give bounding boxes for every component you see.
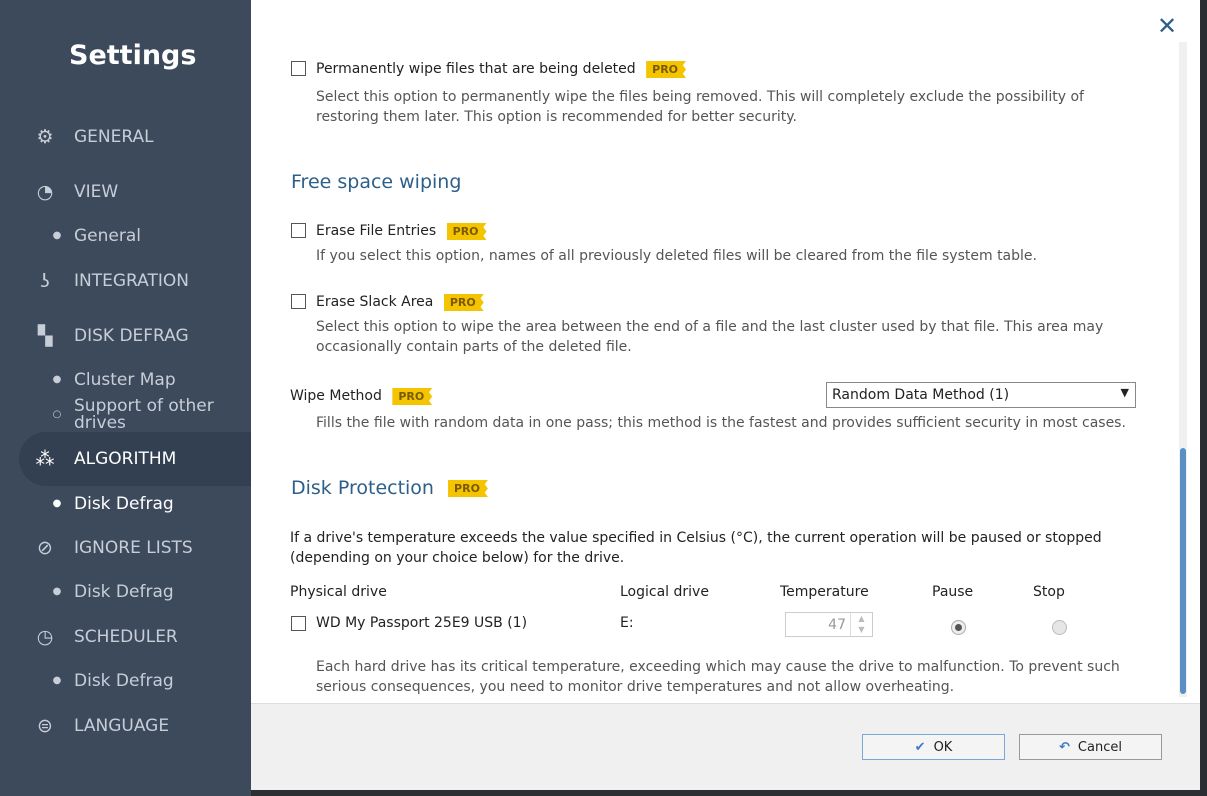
sidebar-item-label: Disk Defrag	[74, 582, 174, 602]
sidebar-item-integration[interactable]: ʖ INTEGRATION	[0, 261, 251, 301]
stop-radio[interactable]	[1052, 620, 1067, 635]
sidebar-item-label: General	[74, 226, 141, 246]
pause-radio[interactable]	[951, 620, 966, 635]
erase-file-entries-description: If you select this option, names of all …	[316, 248, 1037, 264]
wipe-method-row: Wipe Method PRO	[290, 388, 433, 405]
cancel-button[interactable]: ↶ Cancel	[1019, 734, 1162, 760]
sidebar-item-label: GENERAL	[74, 127, 154, 147]
logical-drive-letter: E:	[620, 615, 634, 631]
sidebar-item-label: ALGORITHM	[74, 449, 177, 469]
disk-protection-heading: Disk Protection	[291, 477, 434, 499]
disk-defrag-icon: ▚	[37, 325, 53, 347]
disk-protection-description: If a drive's temperature exceeds the val…	[290, 530, 1102, 566]
pro-badge: PRO	[448, 480, 488, 497]
wipe-method-description: Fills the file with random data in one p…	[316, 415, 1126, 431]
sidebar-item-view[interactable]: ◔ VIEW	[0, 172, 251, 212]
settings-title: Settings	[69, 40, 197, 71]
column-stop: Stop	[1033, 584, 1065, 600]
erase-slack-area-description: Select this option to wipe the area betw…	[316, 319, 1104, 355]
settings-content: ✕ Permanently wipe files that are being …	[251, 0, 1200, 790]
sidebar-subitem-algorithm-disk-defrag[interactable]: ● Disk Defrag	[0, 484, 251, 524]
sidebar-item-label: VIEW	[74, 182, 119, 202]
wipe-files-row: Permanently wipe files that are being de…	[316, 61, 687, 78]
sidebar-item-ignore-lists[interactable]: ⊘ IGNORE LISTS	[0, 528, 251, 568]
wipe-method-value: Random Data Method (1)	[832, 387, 1010, 403]
sidebar-subitem-support-other-drives[interactable]: ○ Support of other drives	[0, 395, 251, 435]
check-icon: ✔	[914, 739, 926, 755]
bullet-icon: ●	[52, 498, 62, 509]
sidebar-item-language[interactable]: ⊜ LANGUAGE	[0, 706, 251, 746]
bullet-icon: ●	[52, 586, 62, 597]
sidebar-subitem-cluster-map[interactable]: ● Cluster Map	[0, 360, 251, 400]
scrollbar[interactable]	[1179, 42, 1187, 697]
sidebar-item-disk-defrag[interactable]: ▚ DISK DEFRAG	[0, 316, 251, 356]
dialog-footer: ✔ OK ↶ Cancel	[251, 703, 1200, 790]
ignore-icon: ⊘	[37, 537, 53, 559]
sidebar: Settings ⚙ GENERAL ◔ VIEW ● General ʖ INTEGR…	[0, 0, 251, 796]
chevron-down-icon: ▼	[1120, 386, 1129, 399]
sidebar-item-algorithm[interactable]: ⁂ ALGORITHM	[19, 432, 251, 486]
sidebar-item-label: IGNORE LISTS	[74, 538, 193, 558]
sidebar-item-general[interactable]: ⚙ GENERAL	[0, 117, 251, 157]
column-logical-drive: Logical drive	[620, 584, 709, 600]
wipe-files-checkbox[interactable]	[291, 61, 306, 76]
sidebar-item-label: INTEGRATION	[74, 271, 189, 291]
wipe-method-label: Wipe Method	[290, 388, 382, 404]
sidebar-item-label: LANGUAGE	[74, 716, 170, 736]
sidebar-item-scheduler[interactable]: ◷ SCHEDULER	[0, 617, 251, 657]
wipe-files-description: Select this option to permanently wipe t…	[316, 89, 1084, 125]
drive-checkbox[interactable]	[291, 616, 306, 631]
undo-icon: ↶	[1059, 739, 1070, 755]
disk-protection-heading-row: Disk Protection PRO	[291, 477, 488, 499]
sidebar-item-label: Cluster Map	[74, 370, 176, 390]
language-icon: ⊜	[37, 715, 53, 737]
sidebar-item-label: DISK DEFRAG	[74, 326, 189, 346]
bullet-icon: ●	[52, 230, 62, 241]
temperature-value: 47	[828, 617, 846, 633]
bullet-icon: ●	[52, 675, 62, 686]
physical-drive-name: WD My Passport 25E9 USB (1)	[316, 615, 528, 631]
algorithm-icon: ⁂	[35, 448, 55, 470]
erase-slack-area-label: Erase Slack Area	[316, 294, 434, 310]
temperature-stepper[interactable]: 47 ▲ ▼	[785, 612, 873, 637]
sidebar-subitem-ignore-disk-defrag[interactable]: ● Disk Defrag	[0, 572, 251, 612]
ok-button[interactable]: ✔ OK	[862, 734, 1005, 760]
sidebar-item-label: Disk Defrag	[74, 671, 174, 691]
sidebar-subitem-scheduler-disk-defrag[interactable]: ● Disk Defrag	[0, 661, 251, 701]
gear-icon: ⚙	[36, 126, 54, 148]
erase-slack-area-checkbox[interactable]	[291, 294, 306, 309]
pro-badge: PRO	[446, 223, 487, 240]
wipe-files-label: Permanently wipe files that are being de…	[316, 61, 636, 77]
integration-icon: ʖ	[40, 270, 50, 292]
pro-badge: PRO	[646, 61, 687, 78]
cancel-label: Cancel	[1077, 739, 1122, 755]
erase-file-entries-label: Erase File Entries	[316, 223, 437, 239]
view-icon: ◔	[36, 181, 54, 203]
disk-protection-note: Each hard drive has its critical tempera…	[316, 659, 1120, 695]
wipe-method-select[interactable]: Random Data Method (1) ▼	[826, 382, 1136, 408]
sidebar-item-label: Support of other drives	[74, 396, 214, 433]
sidebar-item-label: SCHEDULER	[74, 627, 178, 647]
sidebar-item-label: Disk Defrag	[74, 494, 174, 514]
free-space-wiping-heading: Free space wiping	[291, 171, 462, 193]
column-pause: Pause	[932, 584, 974, 600]
sidebar-subitem-view-general[interactable]: ● General	[0, 216, 251, 256]
bullet-hollow-icon: ○	[52, 409, 62, 420]
bullet-icon: ●	[52, 374, 62, 385]
ok-label: OK	[933, 739, 953, 755]
erase-file-entries-checkbox[interactable]	[291, 223, 306, 238]
close-icon[interactable]: ✕	[1157, 12, 1177, 40]
column-physical-drive: Physical drive	[290, 584, 387, 600]
pro-badge: PRO	[443, 294, 484, 311]
erase-file-entries-row: Erase File Entries PRO	[316, 223, 487, 240]
erase-slack-area-row: Erase Slack Area PRO	[316, 294, 484, 311]
clock-icon: ◷	[36, 626, 54, 648]
column-temperature: Temperature	[780, 584, 869, 600]
stepper-arrows-icon[interactable]: ▲ ▼	[850, 613, 872, 636]
pro-badge: PRO	[392, 388, 433, 405]
scrollbar-thumb[interactable]	[1180, 448, 1186, 694]
